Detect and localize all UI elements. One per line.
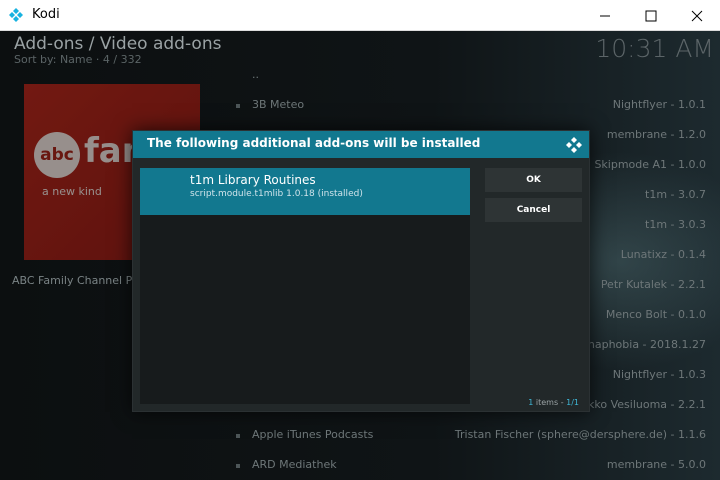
bullet-icon: [236, 434, 240, 438]
list-item-author: Jarkko Vesiluoma - 2.2.1: [573, 398, 706, 411]
list-item-author: Lunatixz - 0.1.4: [620, 248, 706, 261]
maximize-icon: [645, 10, 657, 22]
page-indicator: 1/1: [566, 398, 579, 407]
dialog-header: The following additional add-ons will be…: [133, 131, 589, 158]
item-count-label: items -: [533, 398, 567, 407]
close-icon: [691, 10, 703, 22]
poster-caption: ABC Family Channel Pr: [12, 274, 137, 287]
list-item-subtitle: script.module.t1mlib 1.0.18 (installed): [190, 189, 363, 199]
list-item[interactable]: Apple iTunes Podcasts Tristan Fischer (s…: [224, 421, 714, 451]
list-item[interactable]: ARD Mediathek membrane - 5.0.0: [224, 451, 714, 480]
list-item-name: ..: [252, 68, 259, 81]
list-item[interactable]: t1m Library Routines script.module.t1mli…: [140, 168, 470, 215]
window-title: Kodi: [32, 7, 60, 22]
clock: 10:31 AM: [595, 34, 714, 63]
list-item-author: Menco Bolt - 0.1.0: [605, 308, 706, 321]
maximize-button[interactable]: [628, 0, 674, 31]
page-title: Add-ons / Video add-ons: [14, 34, 222, 54]
list-item-author: t1m - 3.0.3: [645, 218, 706, 231]
close-button[interactable]: [674, 0, 720, 31]
kodi-logo-icon: [566, 137, 582, 153]
list-item-author: Nightflyer - 1.0.1: [612, 98, 706, 111]
ok-button[interactable]: OK: [485, 168, 582, 192]
bullet-icon: [236, 104, 240, 108]
list-item-author: membrane - 1.2.0: [606, 128, 706, 141]
list-item-name: Apple iTunes Podcasts: [252, 428, 374, 441]
install-dependencies-dialog: The following additional add-ons will be…: [132, 130, 590, 412]
minimize-icon: [600, 15, 610, 17]
list-item-author: Petr Kutalek - 2.2.1: [600, 278, 706, 291]
sort-info: Sort by: Name · 4 / 332: [14, 53, 142, 66]
list-item-author: Skipmode A1 - 1.0.0: [594, 158, 706, 171]
list-item[interactable]: ..: [224, 61, 714, 91]
list-item-name: 3B Meteo: [252, 98, 305, 111]
dependency-list: t1m Library Routines script.module.t1mli…: [140, 168, 470, 404]
cancel-button[interactable]: Cancel: [485, 198, 582, 222]
minimize-button[interactable]: [582, 0, 628, 31]
item-count: 1 items - 1/1: [528, 398, 579, 407]
list-item-author: membrane - 5.0.0: [606, 458, 706, 471]
list-item-title: t1m Library Routines: [190, 173, 316, 187]
dialog-title: The following additional add-ons will be…: [147, 136, 481, 150]
list-item-author: Tristan Fischer (sphere@dersphere.de) - …: [454, 428, 706, 441]
list-item-author: t1m - 3.0.7: [645, 188, 706, 201]
list-item-name: ARD Mediathek: [252, 458, 337, 471]
list-item[interactable]: 3B Meteo Nightflyer - 1.0.1: [224, 91, 714, 121]
kodi-logo-icon: [9, 8, 23, 22]
window-title-bar: Kodi: [0, 0, 720, 31]
bullet-icon: [236, 464, 240, 468]
list-item-author: Nightflyer - 1.0.3: [612, 368, 706, 381]
